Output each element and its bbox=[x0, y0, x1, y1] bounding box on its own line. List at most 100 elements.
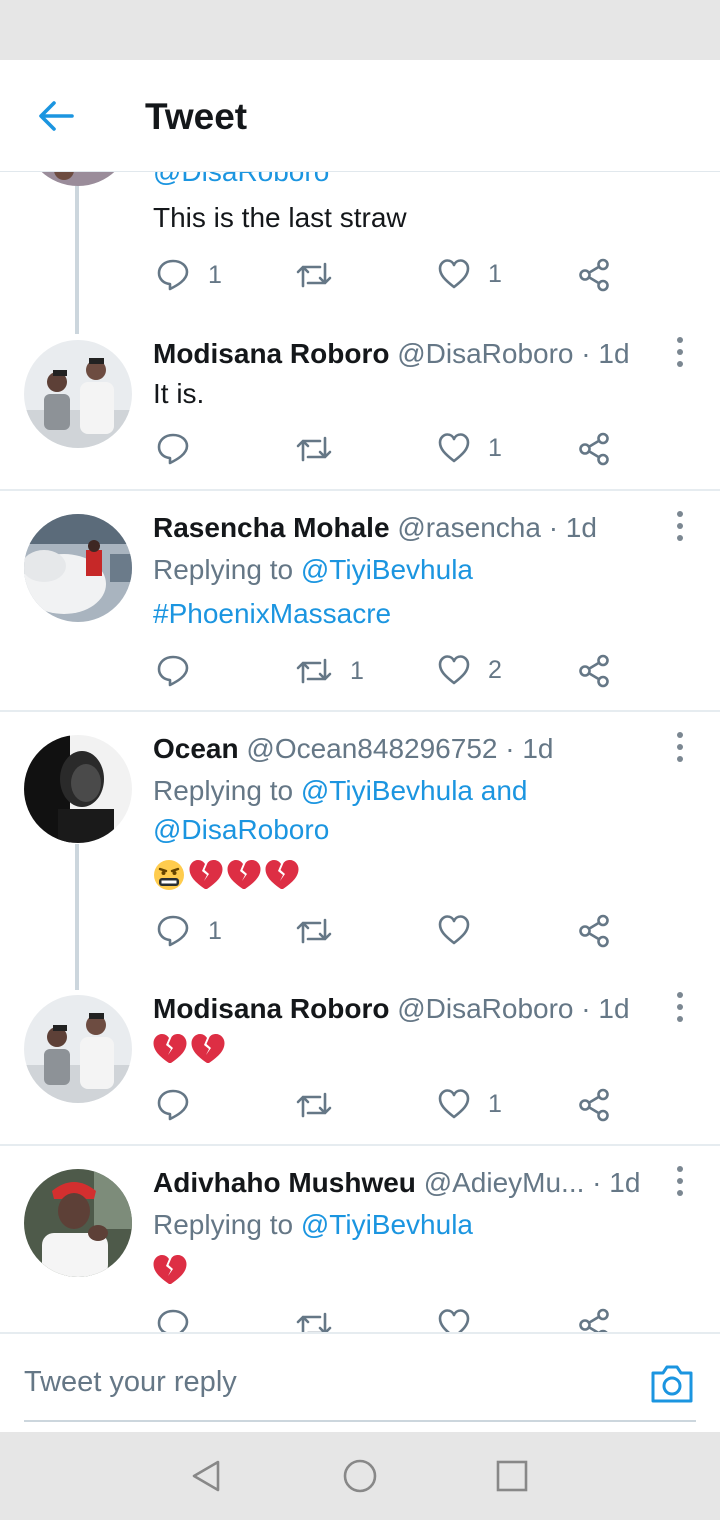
replying-to-mention[interactable]: @TiyiBevhula bbox=[301, 554, 473, 585]
divider bbox=[0, 489, 720, 491]
like-action[interactable]: 2 bbox=[438, 654, 502, 686]
retweet-action[interactable] bbox=[296, 914, 350, 948]
more-options-button[interactable] bbox=[668, 1161, 692, 1201]
nav-home-button[interactable] bbox=[336, 1452, 384, 1500]
tweet-time: · 1d bbox=[581, 338, 630, 369]
replying-to-mention[interactable]: @TiyiBevhula bbox=[301, 1209, 473, 1240]
avatar[interactable] bbox=[24, 340, 132, 448]
heart-icon bbox=[438, 1309, 470, 1332]
more-options-button[interactable] bbox=[668, 506, 692, 546]
tweet-header: Ocean @Ocean848296752 · 1d bbox=[153, 733, 554, 765]
reply-icon bbox=[157, 915, 189, 947]
nav-recents-button[interactable] bbox=[488, 1452, 536, 1500]
avatar[interactable] bbox=[24, 172, 132, 186]
like-action[interactable]: 1 bbox=[438, 258, 502, 290]
tweet-time: · 1d bbox=[548, 512, 597, 543]
retweet-action[interactable] bbox=[296, 1308, 332, 1332]
replying-to-mention[interactable]: @DisaRoboro bbox=[153, 814, 329, 846]
share-action[interactable] bbox=[578, 432, 610, 466]
retweet-action[interactable] bbox=[296, 258, 350, 292]
avatar[interactable] bbox=[24, 514, 132, 622]
page-title: Tweet bbox=[145, 96, 248, 137]
more-options-button[interactable] bbox=[668, 987, 692, 1027]
share-icon bbox=[579, 1308, 609, 1332]
like-count: 1 bbox=[488, 259, 502, 288]
broken-heart-icon bbox=[191, 1034, 225, 1063]
like-count: 1 bbox=[488, 1089, 502, 1118]
share-action[interactable] bbox=[578, 1088, 610, 1122]
more-options-button[interactable] bbox=[668, 332, 692, 372]
retweet-action[interactable]: 1 bbox=[296, 654, 364, 688]
heart-icon bbox=[438, 915, 470, 945]
like-action[interactable] bbox=[438, 914, 488, 946]
like-count: 1 bbox=[488, 433, 502, 462]
tweet-header: Modisana Roboro @DisaRoboro · 1d bbox=[153, 338, 630, 370]
back-button[interactable] bbox=[30, 86, 82, 146]
replying-to-prefix: Replying to bbox=[153, 1209, 294, 1240]
hashtag-link[interactable]: #PhoenixMassacre bbox=[153, 598, 391, 630]
nav-back-button[interactable] bbox=[182, 1452, 230, 1500]
author-handle: @Ocean848296752 bbox=[246, 733, 498, 764]
tweet-header: Adivhaho Mushweu @AdieyMu... · 1d bbox=[153, 1167, 640, 1199]
share-action[interactable] bbox=[578, 654, 610, 688]
tweet-time: · 1d bbox=[505, 733, 554, 764]
reply-feed[interactable]: @DisaRoboro This is the last straw 1 1 M… bbox=[0, 172, 720, 1332]
retweet-icon bbox=[296, 1312, 332, 1332]
camera-button[interactable] bbox=[648, 1360, 696, 1408]
retweet-icon bbox=[296, 262, 332, 288]
author-name[interactable]: Modisana Roboro bbox=[153, 338, 389, 369]
reply-icon bbox=[157, 1089, 189, 1121]
tweet-emojis bbox=[152, 1032, 226, 1066]
retweet-icon bbox=[296, 918, 332, 944]
retweet-icon bbox=[296, 1092, 332, 1118]
replying-to-prefix: Replying to bbox=[153, 554, 294, 585]
reply-action[interactable] bbox=[156, 654, 208, 688]
share-icon bbox=[579, 654, 609, 688]
reply-action[interactable]: 1 bbox=[156, 258, 222, 292]
share-icon bbox=[579, 432, 609, 466]
reply-icon bbox=[157, 1309, 189, 1332]
like-action[interactable]: 1 bbox=[438, 1088, 502, 1120]
reply-action[interactable] bbox=[156, 1088, 208, 1122]
arrow-left-icon bbox=[39, 101, 74, 131]
reply-input[interactable]: Tweet your reply bbox=[24, 1366, 237, 1399]
tweet-header: Modisana Roboro @DisaRoboro · 1d bbox=[153, 993, 630, 1025]
author-name[interactable]: Rasencha Mohale bbox=[153, 512, 390, 543]
share-action[interactable] bbox=[578, 1308, 610, 1332]
author-name[interactable]: Adivhaho Mushweu bbox=[153, 1167, 416, 1198]
avatar[interactable] bbox=[24, 735, 132, 843]
retweet-action[interactable] bbox=[296, 1088, 350, 1122]
reply-action[interactable]: 1 bbox=[156, 914, 222, 948]
avatar[interactable] bbox=[24, 1169, 132, 1277]
triangle-back-icon bbox=[192, 1460, 220, 1492]
tweet-time: · 1d bbox=[581, 993, 630, 1024]
author-handle: @DisaRoboro bbox=[397, 993, 574, 1024]
broken-heart-icon bbox=[189, 860, 223, 889]
replying-to: Replying to @TiyiBevhula and bbox=[153, 775, 528, 807]
like-action[interactable] bbox=[438, 1308, 470, 1332]
retweet-count: 1 bbox=[350, 656, 364, 685]
like-action[interactable]: 1 bbox=[438, 432, 502, 464]
replying-to: Replying to @TiyiBevhula bbox=[153, 554, 473, 586]
square-recents-icon bbox=[496, 1460, 528, 1492]
tweet-time: · 1d bbox=[592, 1167, 641, 1198]
reply-action[interactable] bbox=[156, 1308, 190, 1332]
share-action[interactable] bbox=[578, 258, 610, 292]
status-bar bbox=[0, 0, 720, 60]
reply-input-underline bbox=[24, 1420, 696, 1422]
reply-icon bbox=[157, 259, 189, 291]
reply-icon bbox=[157, 655, 189, 687]
author-name[interactable]: Modisana Roboro bbox=[153, 993, 389, 1024]
broken-heart-icon bbox=[153, 1034, 187, 1063]
replying-to-mention[interactable]: @TiyiBevhula and bbox=[301, 775, 528, 806]
reply-action[interactable] bbox=[156, 432, 208, 466]
avatar[interactable] bbox=[24, 995, 132, 1103]
retweet-action[interactable] bbox=[296, 432, 350, 466]
author-name[interactable]: Ocean bbox=[153, 733, 239, 764]
more-options-button[interactable] bbox=[668, 727, 692, 767]
retweet-icon bbox=[296, 436, 332, 462]
share-action[interactable] bbox=[578, 914, 610, 948]
replying-to: Replying to @TiyiBevhula bbox=[153, 1209, 473, 1241]
tweet-handle[interactable]: @DisaRoboro bbox=[153, 172, 329, 188]
divider bbox=[0, 1144, 720, 1146]
